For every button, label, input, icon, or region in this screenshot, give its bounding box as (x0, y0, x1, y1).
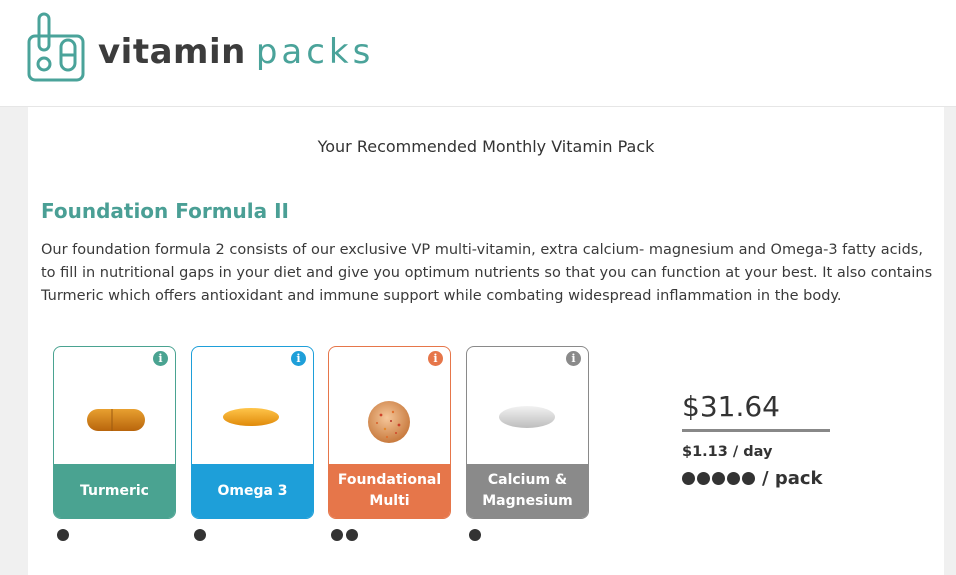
quantity-dot (331, 529, 343, 541)
quantity-dot (346, 529, 358, 541)
product-name: Calcium & Magnesium (467, 464, 588, 518)
pack-dot (682, 472, 695, 485)
foundational-multi-tablet-image (368, 401, 410, 443)
price-per-day: $1.13 / day (682, 444, 773, 460)
quantity-dots-turmeric (57, 526, 72, 541)
product-card-omega-3[interactable]: i Omega 3 (191, 346, 314, 519)
brand-name-part2: packs (255, 32, 375, 72)
page-title: Your Recommended Monthly Vitamin Pack (317, 137, 655, 156)
quantity-dots-omega-3 (194, 526, 209, 541)
info-icon[interactable]: i (428, 351, 443, 366)
product-name: Omega 3 (192, 464, 313, 518)
monthly-price: $31.64 (682, 390, 830, 432)
pack-dot (742, 472, 755, 485)
quantity-dots-calcium-magnesium (469, 526, 484, 541)
product-card-turmeric[interactable]: i Turmeric (53, 346, 176, 519)
brand-name-part1: vitamin (98, 32, 246, 72)
product-name: Foundational Multi (329, 464, 450, 518)
pack-dot (727, 472, 740, 485)
site-header: vitamin packs (0, 0, 956, 107)
quantity-dots-foundational-multi (331, 526, 361, 541)
vitamin-packs-logo-icon[interactable] (27, 12, 85, 84)
product-card-calcium-magnesium[interactable]: i Calcium & Magnesium (466, 346, 589, 519)
turmeric-capsule-image (87, 409, 145, 431)
pills-per-pack: / pack (682, 468, 823, 489)
info-icon[interactable]: i (153, 351, 168, 366)
product-name: Turmeric (54, 464, 175, 518)
per-pack-label: / pack (762, 468, 823, 489)
calcium-magnesium-tablet-image (499, 406, 555, 428)
info-icon[interactable]: i (566, 351, 581, 366)
quantity-dot (57, 529, 69, 541)
pack-dot (697, 472, 710, 485)
pack-dot (712, 472, 725, 485)
main-content: Your Recommended Monthly Vitamin Pack Fo… (28, 107, 944, 575)
omega-3-softgel-image (223, 408, 279, 426)
quantity-dot (194, 529, 206, 541)
brand-wordmark[interactable]: vitamin packs (98, 30, 374, 74)
info-icon[interactable]: i (291, 351, 306, 366)
formula-description: Our foundation formula 2 consists of our… (41, 242, 933, 304)
product-card-foundational-multi[interactable]: i Foundational Multi (328, 346, 451, 519)
formula-title: Foundation Formula II (41, 199, 289, 223)
quantity-dot (469, 529, 481, 541)
